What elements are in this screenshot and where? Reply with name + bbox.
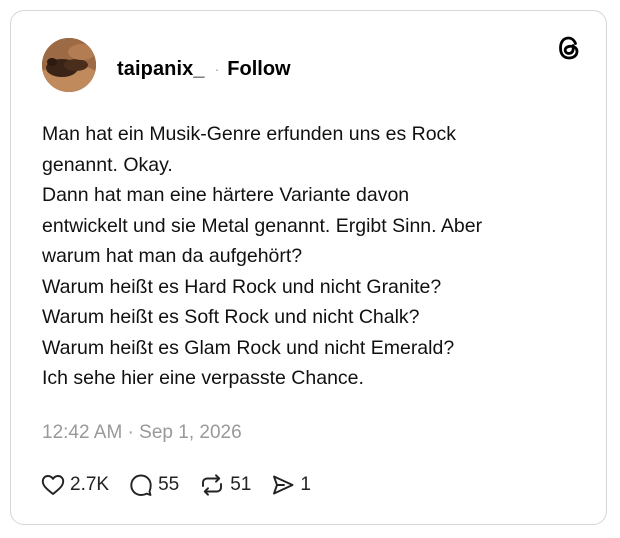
post-timestamp[interactable]: 12:42 AM · Sep 1, 2026	[42, 422, 242, 444]
like-count: 2.7K	[70, 474, 110, 495]
repost-button[interactable]: 51	[199, 473, 251, 497]
speech-bubble-icon	[130, 474, 152, 496]
threads-logo-icon[interactable]	[556, 34, 582, 62]
heart-icon	[41, 475, 65, 495]
post-header: taipanix_ · Follow	[117, 55, 291, 83]
action-bar: 2.7K 55 51 1	[41, 472, 331, 498]
like-button[interactable]: 2.7K	[41, 474, 109, 496]
avatar[interactable]	[42, 38, 96, 92]
username[interactable]: taipanix_	[117, 58, 205, 81]
post-body: Man hat ein Musik-Genre erfunden uns es …	[42, 123, 483, 389]
post-card: taipanix_ · Follow Man hat ein Musik-Gen…	[10, 10, 607, 525]
avatar-image	[42, 38, 96, 92]
reply-button[interactable]: 55	[129, 473, 179, 497]
separator-dot: ·	[214, 61, 220, 77]
share-button[interactable]: 1	[271, 473, 311, 497]
send-icon	[273, 475, 294, 495]
reply-count: 55	[158, 474, 180, 495]
repost-arrows-icon	[202, 474, 223, 496]
share-count: 1	[300, 474, 311, 495]
repost-count: 51	[230, 474, 252, 495]
follow-button[interactable]: Follow	[227, 58, 290, 81]
